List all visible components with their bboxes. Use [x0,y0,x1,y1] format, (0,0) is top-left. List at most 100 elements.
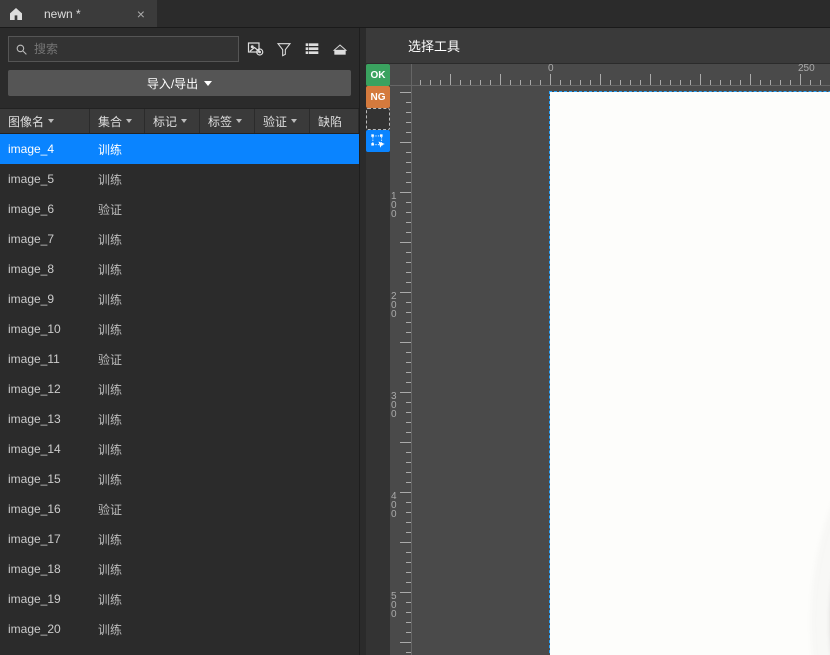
table-row[interactable]: image_15训练 [0,464,359,494]
document-tab[interactable]: newn * × [32,0,158,27]
cell-set: 训练 [90,141,145,158]
cell-set: 验证 [90,201,145,218]
cell-set: 训练 [90,231,145,248]
search-icon [15,43,28,56]
tool-header: 选择工具 [366,28,830,64]
sort-icon [48,119,54,123]
table-row[interactable]: image_9训练 [0,284,359,314]
list-view-button[interactable] [303,40,321,58]
sort-icon [291,119,297,123]
cell-set: 训练 [90,591,145,608]
cell-image-name: image_16 [0,502,90,516]
titlebar: newn * × [0,0,830,28]
tool-header-title: 选择工具 [408,36,460,55]
search-input[interactable] [34,42,232,56]
table-row[interactable]: image_11验证 [0,344,359,374]
ng-button[interactable]: NG [366,86,390,108]
sidebar: 导入/导出 图像名 集合 标记 标签 验证 缺陷 image_4训练image_… [0,28,360,655]
home-button[interactable] [0,0,32,27]
select-tool-button[interactable] [366,130,390,152]
table-row[interactable]: image_18训练 [0,554,359,584]
ruler-v-label: 500 [391,592,397,619]
ruler-horizontal[interactable]: 0 250 [412,64,830,86]
table-row[interactable]: image_19训练 [0,584,359,614]
table-row[interactable]: image_7训练 [0,224,359,254]
cell-set: 训练 [90,411,145,428]
col-header-set[interactable]: 集合 [90,109,145,133]
ok-button[interactable]: OK [366,64,390,86]
cell-set: 训练 [90,291,145,308]
ruler-corner [390,64,412,86]
sidebar-top: 导入/导出 [0,28,359,104]
cell-image-name: image_5 [0,172,90,186]
ruler-h-label: 0 [548,64,554,74]
cell-set: 训练 [90,441,145,458]
filter-button[interactable] [275,40,293,58]
ruler-v-label: 100 [391,192,397,219]
cell-image-name: image_13 [0,412,90,426]
app-root: newn * × [0,0,830,655]
cell-image-name: image_17 [0,532,90,546]
table-row[interactable]: image_10训练 [0,314,359,344]
sort-icon [181,119,187,123]
cell-set: 验证 [90,501,145,518]
search-box[interactable] [8,36,239,62]
search-row [8,36,351,62]
close-icon[interactable]: × [137,6,145,22]
cell-image-name: image_12 [0,382,90,396]
cell-image-name: image_10 [0,322,90,336]
col-header-verify[interactable]: 验证 [255,109,310,133]
cell-set: 训练 [90,321,145,338]
lens-ring-image [670,142,830,655]
col-header-name[interactable]: 图像名 [0,109,90,133]
document-tab-label: newn * [44,7,81,21]
ruler-v-label: 300 [391,392,397,419]
table-row[interactable]: image_6验证 [0,194,359,224]
table-row[interactable]: image_4训练 [0,134,359,164]
import-export-label: 导入/导出 [147,75,198,92]
cell-set: 训练 [90,171,145,188]
table-row[interactable]: image_5训练 [0,164,359,194]
ruler-v-label: 200 [391,292,397,319]
cell-set: 训练 [90,621,145,638]
table-row[interactable]: image_17训练 [0,524,359,554]
cell-image-name: image_4 [0,142,90,156]
col-header-mark[interactable]: 标记 [145,109,200,133]
select-transform-icon [371,134,386,149]
ruler-vertical[interactable]: 100200300400500 [390,86,412,655]
cell-image-name: image_11 [0,352,90,366]
cell-image-name: image_6 [0,202,90,216]
cell-set: 训练 [90,561,145,578]
sort-icon [236,119,242,123]
grid-view-button[interactable] [331,40,349,58]
cell-image-name: image_9 [0,292,90,306]
image-table: 图像名 集合 标记 标签 验证 缺陷 image_4训练image_5训练ima… [0,108,359,655]
image-settings-button[interactable] [247,40,265,58]
chevron-down-icon [204,81,212,86]
table-row[interactable]: image_12训练 [0,374,359,404]
table-row[interactable]: image_8训练 [0,254,359,284]
import-export-button[interactable]: 导入/导出 [8,70,351,96]
cell-image-name: image_8 [0,262,90,276]
marquee-tool-button[interactable] [366,108,390,130]
cell-set: 训练 [90,471,145,488]
sort-icon [126,119,132,123]
col-header-defect[interactable]: 缺陷 [310,109,359,133]
canvas[interactable] [412,86,830,655]
cell-set: 验证 [90,351,145,368]
cell-image-name: image_20 [0,622,90,636]
sidebar-toolbar [247,36,351,62]
table-row[interactable]: image_20训练 [0,614,359,644]
table-header: 图像名 集合 标记 标签 验证 缺陷 [0,108,359,134]
image-frame [550,92,830,655]
table-body: image_4训练image_5训练image_6验证image_7训练imag… [0,134,359,655]
cell-set: 训练 [90,381,145,398]
table-row[interactable]: image_16验证 [0,494,359,524]
toolstrip: OK NG [366,64,390,655]
canvas-wrap: 0250 100200300400500 [390,64,830,655]
cell-image-name: image_19 [0,592,90,606]
table-row[interactable]: image_13训练 [0,404,359,434]
table-row[interactable]: image_14训练 [0,434,359,464]
col-header-tag[interactable]: 标签 [200,109,255,133]
ruler-h-label: 250 [798,64,815,74]
